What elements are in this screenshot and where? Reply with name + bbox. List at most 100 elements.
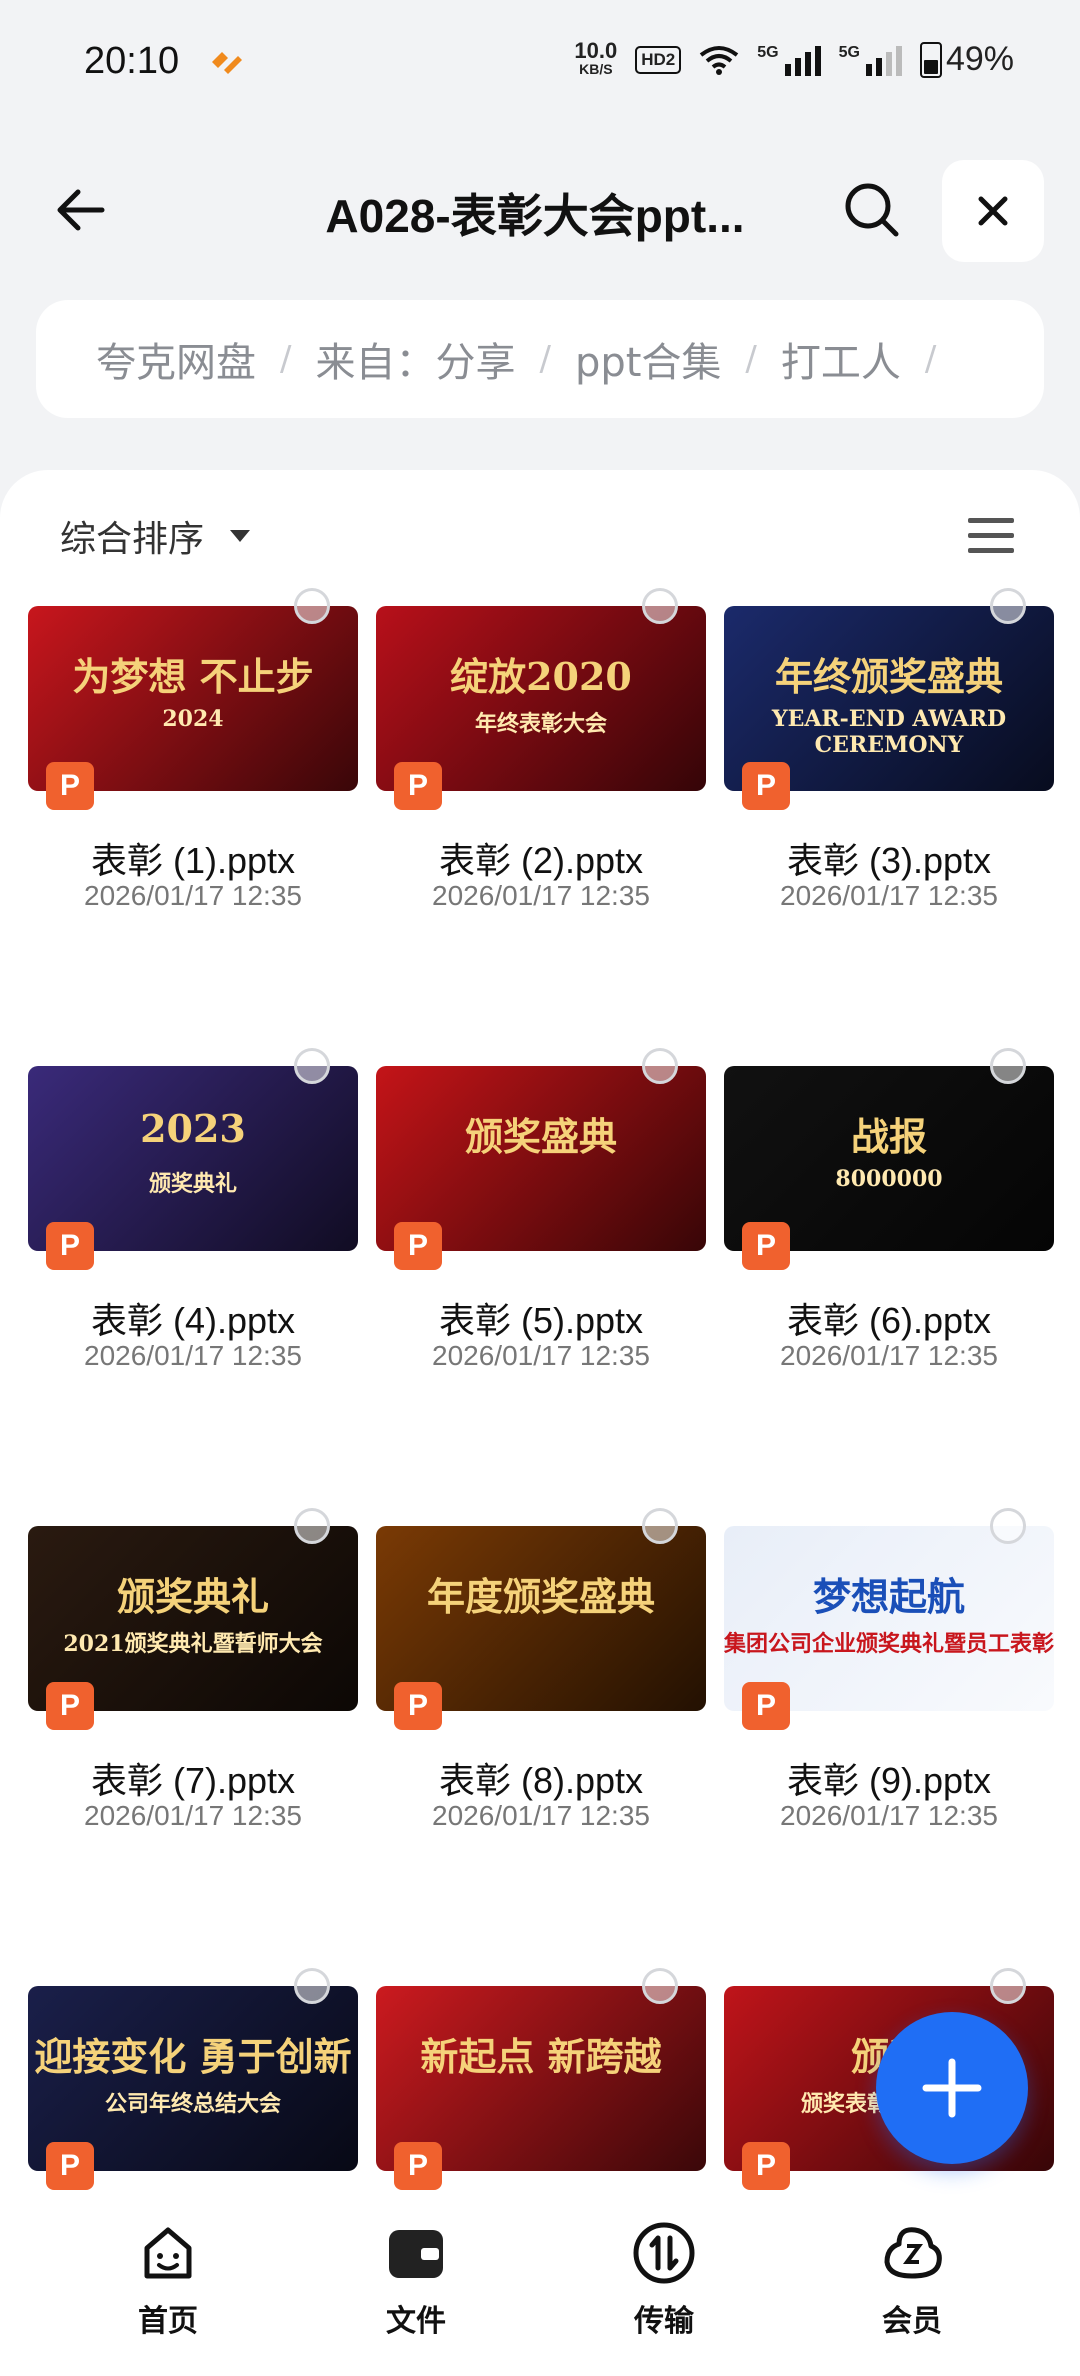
file-card[interactable]: 年终颁奖盛典 YEAR-END AWARD CEREMONY P 表彰 (3).ppt… — [724, 588, 1054, 911]
wallet-icon — [389, 2230, 443, 2278]
top-bar: A028-表彰大会ppt... — [0, 150, 1080, 270]
transfer-icon — [633, 2222, 695, 2284]
breadcrumb-separator: / — [924, 339, 937, 379]
thumbnail-subtitle: 公司年终总结大会 — [104, 2091, 281, 2117]
status-time: 20:10 — [84, 40, 180, 82]
thumbnail-title: 年终颁奖盛典 — [774, 654, 1003, 699]
pptx-file-icon: P — [742, 1222, 790, 1270]
select-checkbox[interactable] — [642, 1048, 678, 1084]
nav-home-label: 首页 — [138, 2304, 198, 2339]
file-name: 表彰 (2).pptx — [438, 840, 644, 881]
add-button[interactable] — [876, 2012, 1028, 2164]
file-name: 表彰 (9).pptx — [786, 1760, 992, 1801]
pptx-file-icon: P — [46, 762, 94, 810]
file-date: 2026/01/17 12:35 — [780, 1340, 998, 1371]
thumbnail-title: 颁奖盛典 — [464, 1114, 617, 1159]
file-card[interactable]: 战报 8000000 P 表彰 (6).pptx 2026/01/17 12:35 — [724, 1048, 1054, 1371]
breadcrumb-separator: / — [539, 339, 551, 379]
file-card[interactable]: 颁奖盛典 P 表彰 (5).pptx 2026/01/17 12:35 — [376, 1048, 706, 1371]
breadcrumb-item-share[interactable]: 来自：分享 — [315, 330, 515, 388]
nav-vip-label: 会员 — [882, 2304, 942, 2339]
pptx-file-icon: P — [394, 2142, 442, 2190]
select-checkbox[interactable] — [294, 1048, 330, 1084]
thumbnail-title: 迎接变化 勇于创新 — [34, 2034, 352, 2079]
file-date: 2026/01/17 12:35 — [432, 880, 650, 911]
breadcrumb-separator: / — [280, 339, 292, 379]
select-checkbox[interactable] — [990, 1968, 1026, 2004]
thumbnail-title: 2023 — [140, 1106, 246, 1151]
net-speed: 10.0 KB/S — [574, 37, 618, 77]
smile-icon — [144, 2227, 192, 2279]
status-right: 10.0 KB/S HD2 5G 5G 49% — [574, 37, 1014, 79]
select-checkbox[interactable] — [294, 1508, 330, 1544]
select-checkbox[interactable] — [294, 588, 330, 624]
breadcrumb-item-folder[interactable]: 打工人 — [781, 330, 901, 388]
breadcrumb-item-root[interactable]: 夸克网盘 — [96, 330, 256, 388]
pptx-file-icon: P — [46, 2142, 94, 2190]
thumbnail-title: 年度颁奖盛典 — [426, 1574, 655, 1619]
page-title: A028-表彰大会ppt... — [325, 190, 745, 242]
close-icon — [978, 196, 1008, 226]
file-date: 2026/01/17 12:35 — [432, 1800, 650, 1831]
battery-icon — [919, 41, 942, 78]
nav-files-label: 文件 — [386, 2304, 446, 2339]
file-date: 2026/01/17 12:35 — [432, 1340, 650, 1371]
file-card[interactable]: 绽放2020 年终表彰大会 P 表彰 (2).pptx 2026/01/17 12:35 — [376, 588, 706, 911]
file-date: 2026/01/17 12:35 — [84, 1800, 302, 1831]
breadcrumb: 夸克网盘 / 来自：分享 / ppt合集 / 打工人 / — [36, 300, 1044, 418]
file-card[interactable]: 年度颁奖盛典 P 表彰 (8).pptx 2026/01/17 12:35 — [376, 1508, 706, 1831]
thumbnail-title: 绽放2020 — [450, 654, 632, 699]
bottom-nav: 首页 文件 传输 会员 — [0, 2200, 1080, 2376]
file-card[interactable]: 为梦想 不止步 2024 P 表彰 (1).pptx 2026/01/17 12:35 — [28, 588, 358, 911]
thumbnail-subtitle: 年终表彰大会 — [474, 711, 607, 737]
thumbnail-subtitle: 2021颁奖典礼暨誓师大会 — [63, 1631, 323, 1657]
list-view-toggle-icon[interactable] — [968, 518, 1014, 558]
hd-icon: HD2 — [635, 45, 682, 74]
nav-vip[interactable]: 会员 — [832, 2218, 992, 2340]
thumbnail-subtitle: 2024 — [162, 706, 224, 732]
file-name: 表彰 (5).pptx — [438, 1300, 644, 1341]
file-name: 表彰 (4).pptx — [90, 1300, 296, 1341]
select-checkbox[interactable] — [642, 1508, 678, 1544]
nav-files[interactable]: 文件 — [336, 2218, 496, 2340]
pptx-file-icon: P — [394, 762, 442, 810]
select-checkbox[interactable] — [294, 1968, 330, 2004]
select-checkbox[interactable] — [990, 1508, 1026, 1544]
file-date: 2026/01/17 12:35 — [84, 880, 302, 911]
file-card[interactable]: 梦想起航集团公司企业颁奖典礼暨员工表彰 P 表彰 (9).pptx 2026/01/1… — [724, 1508, 1054, 1831]
nav-home[interactable]: 首页 — [88, 2218, 248, 2340]
signal-icon-1: 5G — [757, 44, 821, 76]
select-checkbox[interactable] — [990, 1048, 1026, 1084]
thumbnail-title: 梦想起航 — [812, 1574, 965, 1619]
breadcrumb-separator: / — [745, 339, 757, 379]
file-date: 2026/01/17 12:35 — [780, 1800, 998, 1831]
thumbnail-subtitle: 8000000 — [835, 1166, 943, 1192]
select-checkbox[interactable] — [642, 588, 678, 624]
breadcrumb-item-collection[interactable]: ppt合集 — [575, 330, 721, 388]
file-name: 表彰 (3).pptx — [786, 840, 992, 881]
thumbnail-subtitle: 集团公司企业颁奖典礼暨员工表彰 — [724, 1631, 1054, 1657]
file-card[interactable]: 颁奖典礼 2021颁奖典礼暨誓师大会 P 表彰 (7).pptx 2026/01/17 … — [28, 1508, 358, 1831]
pptx-file-icon: P — [742, 1682, 790, 1730]
file-date: 2026/01/17 12:35 — [84, 1340, 302, 1371]
nav-transfer-label: 传输 — [634, 2304, 694, 2339]
close-button[interactable] — [942, 160, 1044, 262]
back-arrow-icon[interactable] — [50, 178, 114, 242]
caret-down-icon — [230, 530, 251, 542]
thumbnail-title: 颁奖典礼 — [116, 1574, 269, 1619]
status-bar: 20:10 10.0 KB/S HD2 5G 5G 49% — [0, 0, 1080, 130]
pptx-file-icon: P — [742, 762, 790, 810]
search-icon[interactable] — [840, 178, 904, 242]
select-checkbox[interactable] — [990, 588, 1026, 624]
pptx-file-icon: P — [46, 1682, 94, 1730]
nav-transfer[interactable]: 传输 — [584, 2218, 744, 2340]
file-name: 表彰 (6).pptx — [786, 1300, 992, 1341]
file-name: 表彰 (8).pptx — [438, 1760, 644, 1801]
file-name: 表彰 (1).pptx — [90, 840, 296, 881]
pptx-file-icon: P — [394, 1682, 442, 1730]
file-name: 表彰 (7).pptx — [90, 1760, 296, 1801]
file-card[interactable]: 2023 颁奖典礼 P 表彰 (4).pptx 2026/01/17 12:35 — [28, 1048, 358, 1371]
thumbnail-title: 战报 — [850, 1114, 927, 1159]
sort-dropdown[interactable]: 综合排序 — [60, 510, 251, 562]
select-checkbox[interactable] — [642, 1968, 678, 2004]
